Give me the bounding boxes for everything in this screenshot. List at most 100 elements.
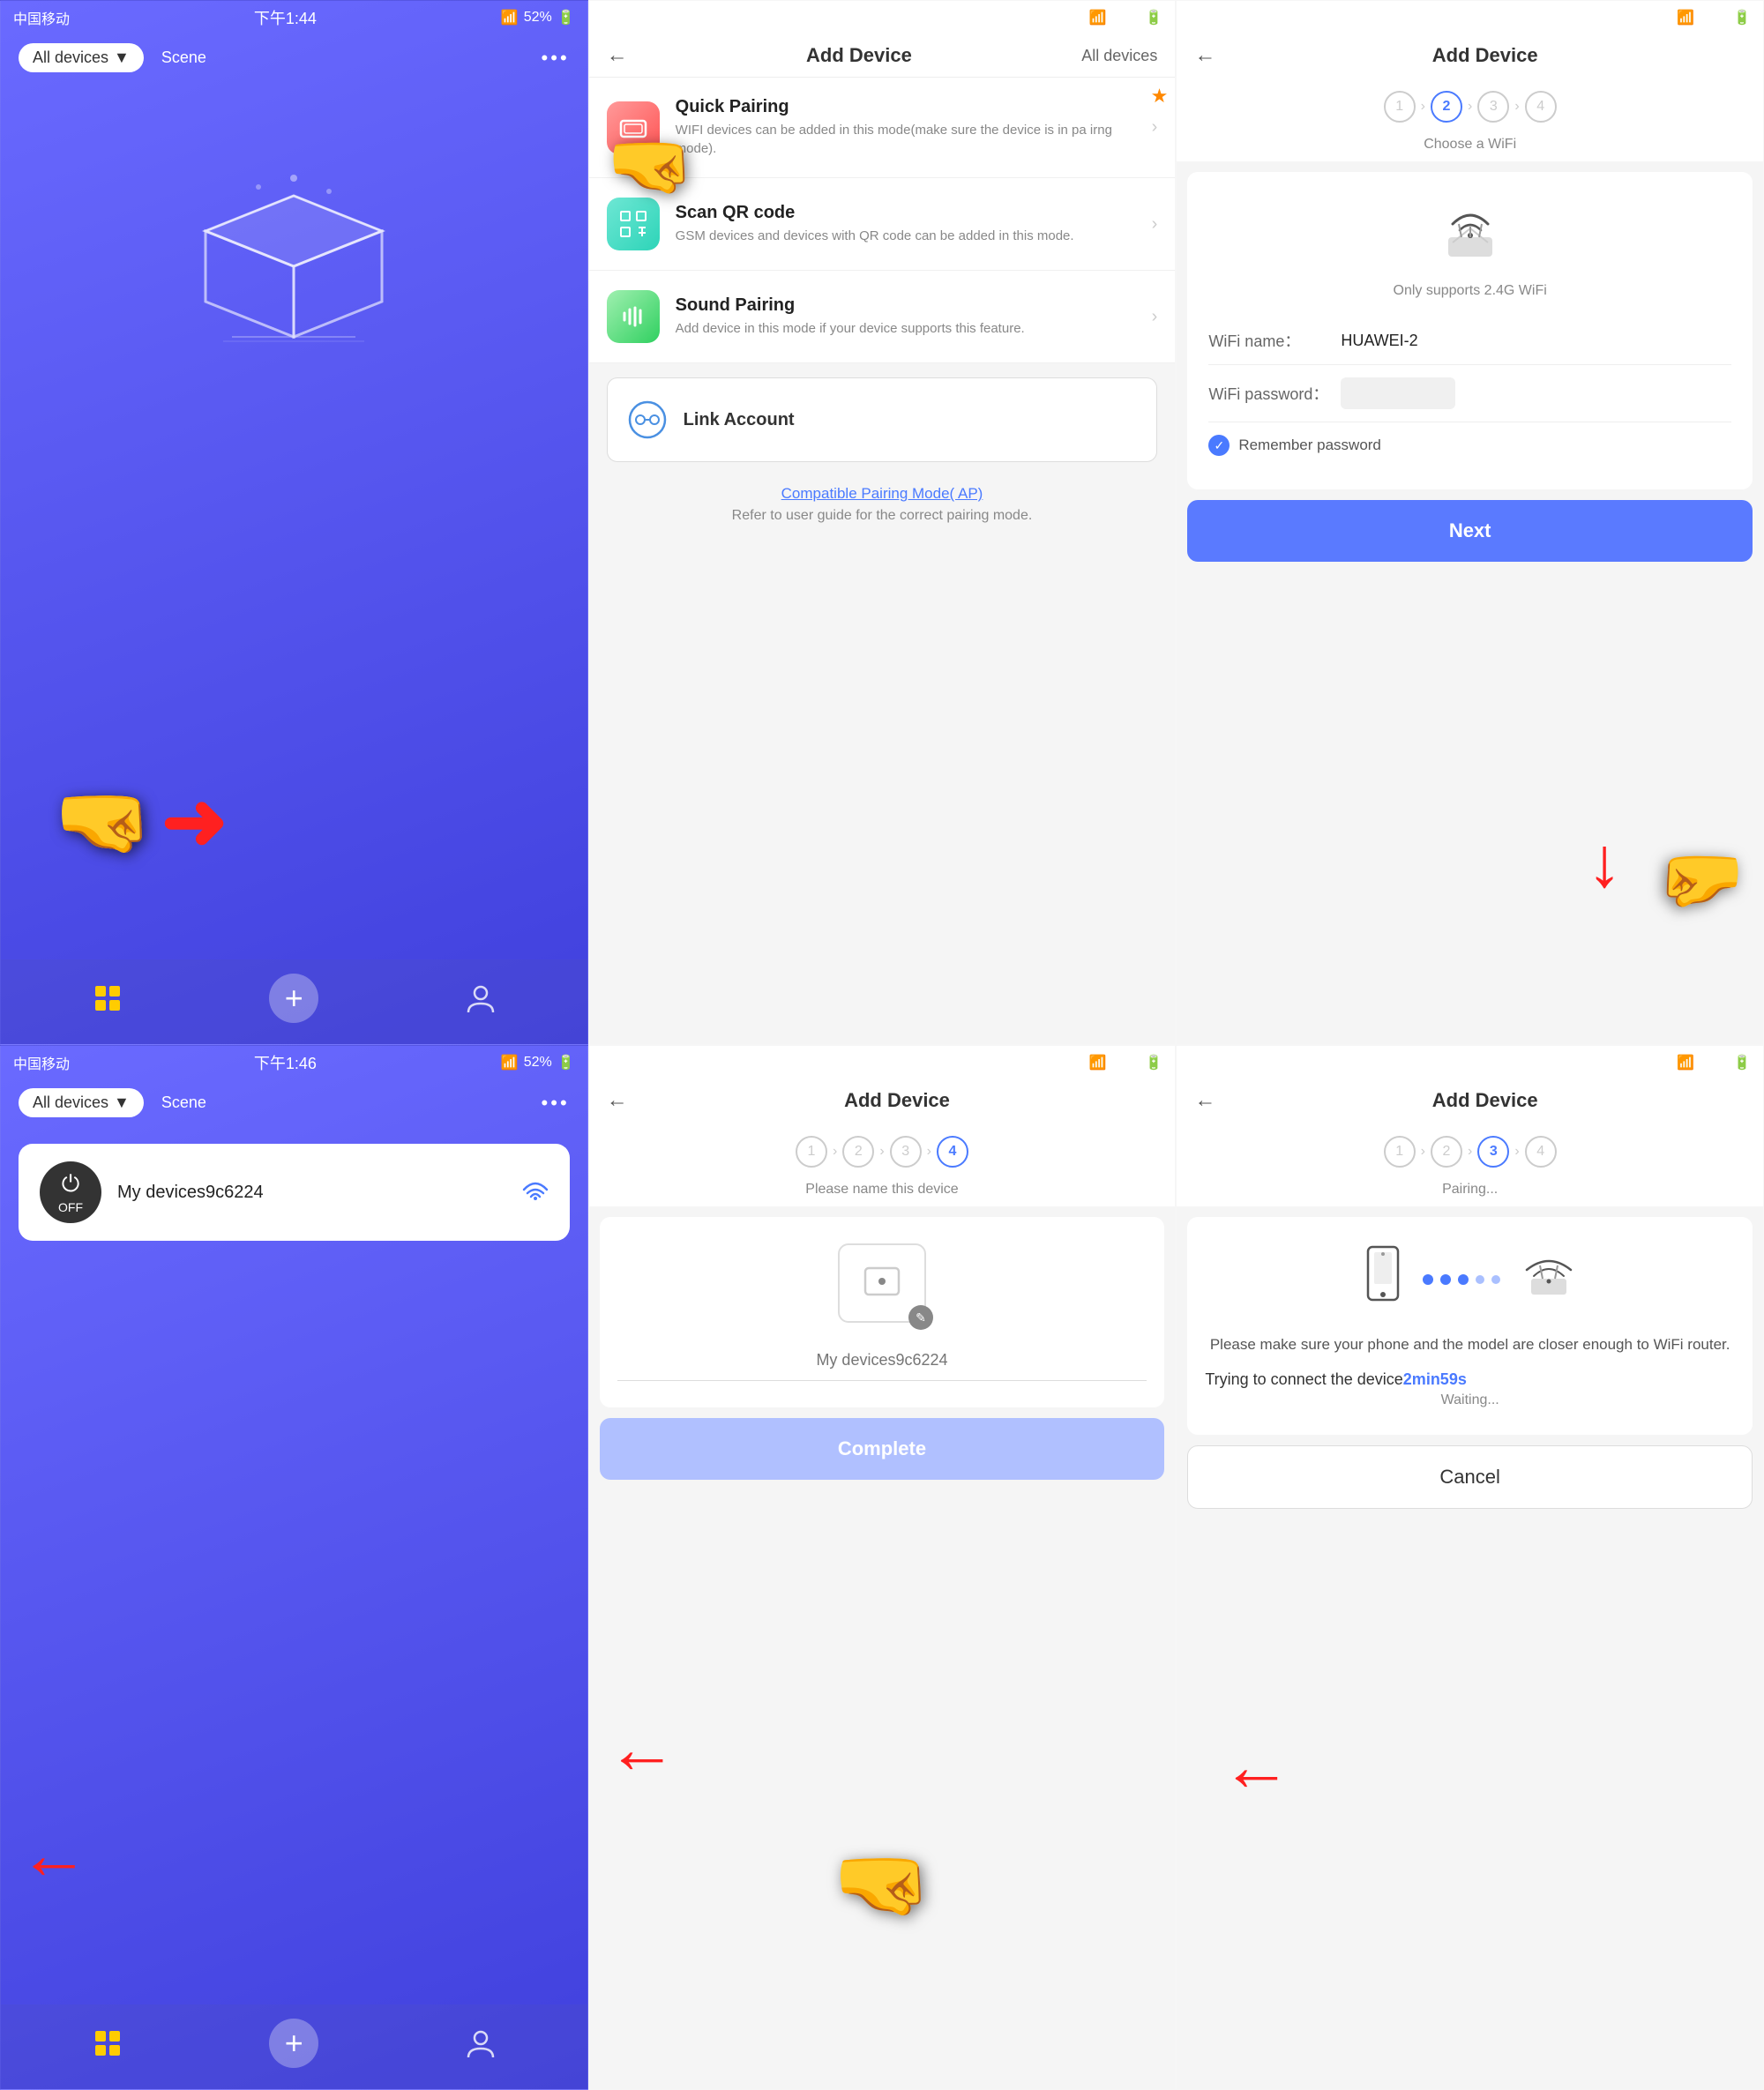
add-device-nav-button-4[interactable]: + bbox=[269, 2019, 318, 2068]
compatible-pairing-section: Compatible Pairing Mode( AP) Refer to us… bbox=[589, 476, 1176, 533]
wifi-only-label: Only supports 2.4G WiFi bbox=[1208, 283, 1731, 299]
hand-icon-1: 🤜 bbox=[54, 775, 153, 868]
quick-pairing-desc: WIFI devices can be added in this mode(m… bbox=[676, 121, 1152, 158]
device-name-input[interactable] bbox=[617, 1340, 1147, 1381]
status-bar-1: 中国移动 下午1:44 📶 52% 🔋 bbox=[1, 1, 587, 34]
back-button-6[interactable]: ← bbox=[1194, 1088, 1215, 1113]
chevron-right-icon-2: › bbox=[1152, 214, 1158, 235]
home-panel: 中国移动 下午1:44 📶 52% 🔋 All devices ▼ Scene … bbox=[0, 0, 588, 1045]
status-bar-4: 中国移动 下午1:46 📶 52% 🔋 bbox=[1, 1046, 587, 1079]
back-button-3[interactable]: ← bbox=[1194, 43, 1215, 68]
back-button-5[interactable]: ← bbox=[607, 1088, 628, 1113]
status-bar-5: 中国移动 下午1:45 📶 52% 🔋 bbox=[589, 1046, 1176, 1079]
step-indicator-6: 1 › 2 › 3 › 4 bbox=[1177, 1122, 1763, 1182]
step-6-4: 4 bbox=[1525, 1136, 1557, 1168]
wifi-password-label: WiFi password： bbox=[1208, 382, 1341, 405]
add-device-header: 中国移动 下午1:45 📶 52% 🔋 ← Add Device All dev… bbox=[589, 1, 1176, 78]
compatible-pairing-link[interactable]: Compatible Pairing Mode( AP) bbox=[781, 485, 983, 502]
step-label-5: Please name this device bbox=[589, 1182, 1176, 1206]
step-indicator: 1 › 2 › 3 › 4 bbox=[1177, 77, 1763, 137]
step-5-1: 1 bbox=[796, 1136, 827, 1168]
complete-button[interactable]: Complete bbox=[600, 1418, 1165, 1480]
home-nav-icon[interactable] bbox=[92, 982, 123, 1014]
device-icon-box: ✎ bbox=[838, 1243, 926, 1323]
arrow-left-6: ← bbox=[1221, 1726, 1291, 1807]
add-device-panel: 中国移动 下午1:45 📶 52% 🔋 ← Add Device All dev… bbox=[588, 0, 1177, 1045]
connecting-text: Trying to connect the device2min59s bbox=[1205, 1370, 1735, 1389]
chevron-down-icon-2: ▼ bbox=[114, 1094, 130, 1112]
scan-qr-label: Scan QR code bbox=[676, 203, 1074, 223]
scan-qr-desc: GSM devices and devices with QR code can… bbox=[676, 227, 1074, 245]
profile-nav-icon[interactable] bbox=[465, 982, 497, 1014]
devices-header: All devices ▼ Scene ••• bbox=[1, 1079, 587, 1126]
wifi-name-field: WiFi name： HUAWEI-2 bbox=[1208, 317, 1731, 365]
quick-pairing-label: Quick Pairing bbox=[676, 97, 1152, 117]
step-5-2: 2 bbox=[842, 1136, 874, 1168]
wifi-setup-panel: 中国移动 下午1:45 📶 52% 🔋 ← Add Device 1 › 2 ›… bbox=[1176, 0, 1764, 1045]
scene-button[interactable]: Scene bbox=[153, 43, 215, 72]
power-button[interactable]: ⏻ OFF bbox=[40, 1161, 101, 1223]
status-bar-3: 中国移动 下午1:45 📶 52% 🔋 bbox=[1177, 1, 1763, 34]
star-icon: ★ bbox=[1151, 85, 1169, 108]
device-options-list: Quick Pairing WIFI devices can be added … bbox=[589, 78, 1176, 363]
scene-button-2[interactable]: Scene bbox=[153, 1088, 215, 1117]
pairing-title: Add Device bbox=[1224, 1089, 1745, 1112]
carrier-1: 中国移动 bbox=[13, 7, 70, 28]
step-label-6: Pairing... bbox=[1177, 1182, 1763, 1206]
step-1: 1 bbox=[1384, 91, 1416, 123]
link-account-label: Link Account bbox=[684, 410, 795, 430]
more-options-button-2[interactable]: ••• bbox=[542, 1092, 570, 1115]
cursor-hand-1: 🤜 ➜ bbox=[54, 775, 228, 868]
off-label: OFF bbox=[58, 1200, 83, 1214]
back-button-2[interactable]: ← bbox=[607, 43, 628, 68]
add-device-title: Add Device bbox=[637, 44, 1082, 67]
arrow-right-1: ➜ bbox=[161, 775, 228, 868]
devices-panel: 中国移动 下午1:46 📶 52% 🔋 All devices ▼ Scene … bbox=[0, 1045, 588, 2090]
pairing-illustration bbox=[1205, 1243, 1735, 1315]
wifi-name-value: HUAWEI-2 bbox=[1341, 332, 1417, 350]
empty-state-illustration bbox=[1, 134, 587, 363]
sound-pairing-icon bbox=[607, 290, 660, 343]
profile-nav-icon-4[interactable] bbox=[465, 2027, 497, 2059]
all-devices-button[interactable]: All devices ▼ bbox=[19, 43, 144, 72]
more-options-button[interactable]: ••• bbox=[542, 47, 570, 70]
next-button[interactable]: Next bbox=[1187, 500, 1753, 562]
chevron-down-icon: ▼ bbox=[114, 49, 130, 67]
home-nav-icon-4[interactable] bbox=[92, 2027, 123, 2059]
cursor-overlay-3: 🤜 bbox=[1657, 838, 1745, 921]
pairing-dots bbox=[1423, 1274, 1500, 1285]
sound-pairing-label: Sound Pairing bbox=[676, 295, 1025, 316]
pairing-header-container: 中国移动 下午1:45 📶 52% 🔋 ← Add Device 1 › 2 ›… bbox=[1177, 1046, 1763, 1206]
link-account-button[interactable]: Link Account bbox=[607, 377, 1158, 462]
wifi-name-label: WiFi name： bbox=[1208, 329, 1341, 352]
wifi-router-icon bbox=[1208, 193, 1731, 276]
wifi-signal-icon bbox=[522, 1179, 549, 1206]
arrow-left-5: ← bbox=[607, 1708, 677, 1789]
cursor-overlay-2: 🤜 bbox=[607, 124, 695, 207]
pairing-description: Please make sure your phone and the mode… bbox=[1205, 1332, 1735, 1356]
remember-checkbox[interactable]: ✓ bbox=[1208, 435, 1230, 456]
all-devices-button-2[interactable]: All devices ▼ bbox=[19, 1088, 144, 1117]
wifi-header-container: 中国移动 下午1:45 📶 52% 🔋 ← Add Device 1 › 2 ›… bbox=[1177, 1, 1763, 161]
link-account-icon bbox=[625, 398, 669, 442]
sound-pairing-option[interactable]: Sound Pairing Add device in this mode if… bbox=[589, 271, 1176, 363]
device-name-label: My devices9c6224 bbox=[117, 1183, 506, 1203]
name-device-panel: 中国移动 下午1:45 📶 52% 🔋 ← Add Device 1 › 2 ›… bbox=[588, 1045, 1177, 2090]
wifi-card: Only supports 2.4G WiFi WiFi name： HUAWE… bbox=[1187, 172, 1753, 489]
cancel-button[interactable]: Cancel bbox=[1187, 1445, 1753, 1509]
waiting-text: Waiting... bbox=[1205, 1392, 1735, 1408]
bottom-nav-1: + bbox=[1, 959, 587, 1044]
bottom-nav-4: + bbox=[1, 2004, 587, 2089]
name-device-card: ✎ bbox=[600, 1217, 1165, 1407]
compatible-pairing-note: Refer to user guide for the correct pair… bbox=[598, 508, 1167, 524]
pairing-panel: 中国移动 下午1:45 📶 52% 🔋 ← Add Device 1 › 2 ›… bbox=[1176, 1045, 1764, 2090]
hand-icon-3: 🤜 bbox=[1657, 838, 1745, 921]
edit-badge[interactable]: ✎ bbox=[908, 1305, 933, 1330]
add-device-nav-button[interactable]: + bbox=[269, 974, 318, 1023]
status-bar-2: 中国移动 下午1:45 📶 52% 🔋 bbox=[589, 1, 1176, 34]
chevron-right-icon-3: › bbox=[1152, 307, 1158, 327]
all-devices-link[interactable]: All devices bbox=[1081, 47, 1157, 65]
step-label-3: Choose a WiFi bbox=[1177, 137, 1763, 161]
device-box-icon bbox=[860, 1261, 904, 1305]
wifi-password-input[interactable] bbox=[1341, 377, 1455, 409]
